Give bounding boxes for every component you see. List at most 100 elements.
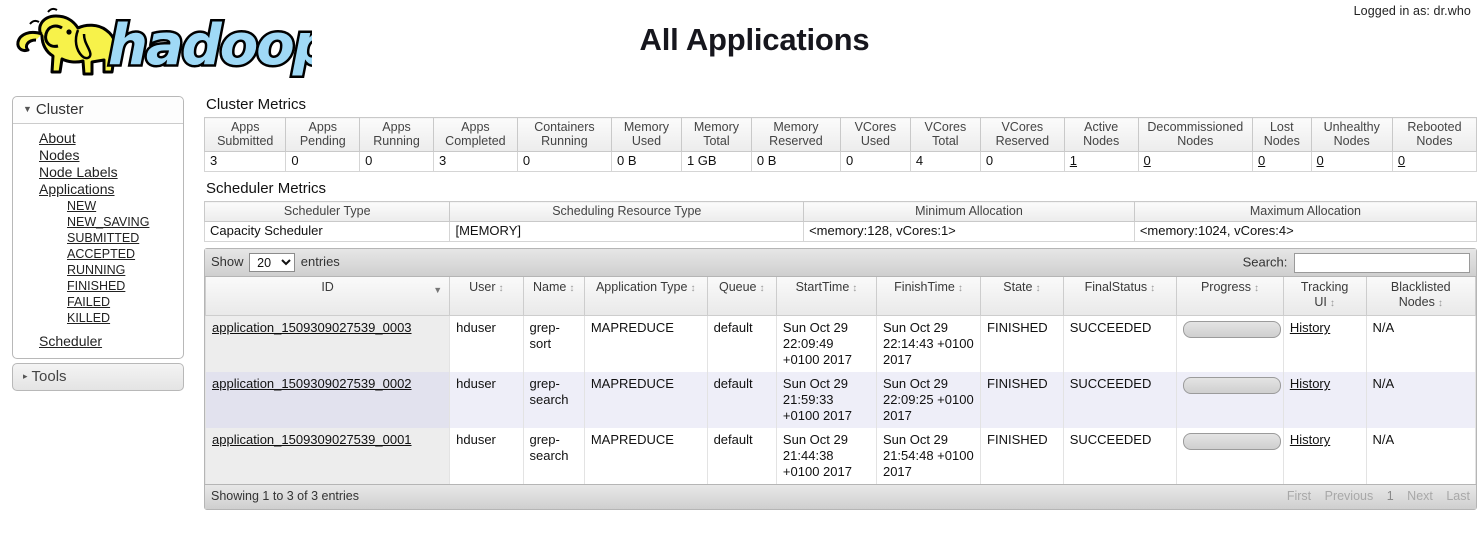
sidebar-item-state-running[interactable]: RUNNING	[67, 262, 183, 278]
td-memory-used: 0 B	[611, 151, 682, 172]
col-header-id[interactable]: ID ▼	[204, 277, 451, 316]
col-header-progress[interactable]: Progress ↕	[1176, 277, 1284, 316]
pagination-first[interactable]: First	[1287, 489, 1311, 503]
cell-id[interactable]: application_1509309027539_0002	[204, 372, 451, 428]
decommissioned-nodes-link[interactable]: 0	[1144, 153, 1151, 168]
col-header-blacklisted-nodes[interactable]: Blacklisted Nodes ↕	[1365, 277, 1477, 316]
col-header-finishtime[interactable]: FinishTime ↕	[875, 277, 982, 316]
pagination-last[interactable]: Last	[1446, 489, 1470, 503]
td-apps-running: 0	[359, 151, 434, 172]
rebooted-nodes-link[interactable]: 0	[1398, 153, 1405, 168]
sidebar-item-state-killed[interactable]: KILLED	[67, 310, 183, 326]
sort-desc-icon: ▼	[433, 285, 443, 295]
sidebar-link-killed[interactable]: KILLED	[67, 311, 110, 325]
table-row: application_1509309027539_0003 hduser gr…	[204, 315, 1477, 372]
sidebar-link-scheduler[interactable]: Scheduler	[39, 333, 102, 349]
cell-id[interactable]: application_1509309027539_0003	[204, 315, 451, 372]
sidebar-item-scheduler[interactable]: Scheduler	[13, 333, 183, 350]
applications-body: application_1509309027539_0003 hduser gr…	[204, 315, 1477, 484]
sidebar-item-applications[interactable]: Applications	[13, 181, 183, 198]
th-vcores-used: VCores Used	[839, 117, 911, 152]
sidebar-link-submitted[interactable]: SUBMITTED	[67, 231, 139, 245]
scheduler-metrics-value-row: Capacity Scheduler [MEMORY] <memory:128,…	[203, 221, 1478, 242]
tracking-ui-link[interactable]: History	[1290, 320, 1330, 335]
cell-id[interactable]: application_1509309027539_0001	[204, 428, 451, 484]
sidebar-cluster-label: Cluster	[35, 101, 84, 118]
sidebar-item-state-failed[interactable]: FAILED	[67, 294, 183, 310]
th-containers-running: Containers Running	[516, 117, 613, 152]
sidebar-link-about[interactable]: About	[39, 130, 76, 146]
col-header-starttime[interactable]: StartTime ↕	[775, 277, 877, 316]
show-entries-control: Show 20 40 60 80 100 entries	[211, 253, 340, 272]
sidebar-item-state-new[interactable]: NEW	[67, 198, 183, 214]
sidebar-link-accepted[interactable]: ACCEPTED	[67, 247, 135, 261]
td-active-nodes[interactable]: 1	[1063, 151, 1139, 172]
col-label-user: User	[469, 280, 496, 294]
sidebar-item-state-new-saving[interactable]: NEW_SAVING	[67, 214, 183, 230]
cell-state: FINISHED	[980, 428, 1064, 484]
pagination-previous[interactable]: Previous	[1325, 489, 1374, 503]
sidebar-item-node-labels[interactable]: Node Labels	[13, 164, 183, 181]
table-row: application_1509309027539_0002 hduser gr…	[204, 372, 1477, 428]
td-memory-total: 1 GB	[680, 151, 752, 172]
sidebar-link-running[interactable]: RUNNING	[67, 263, 125, 277]
sidebar-tools-block[interactable]: ▸ Tools	[12, 363, 184, 391]
sidebar-spacer	[13, 326, 183, 333]
pagination-next[interactable]: Next	[1407, 489, 1433, 503]
cell-tracking-ui[interactable]: History	[1282, 372, 1367, 428]
col-label-state: State	[1003, 280, 1033, 294]
td-unhealthy-nodes[interactable]: 0	[1310, 151, 1393, 172]
col-header-application-type[interactable]: Application Type ↕	[583, 277, 708, 316]
page-length-select[interactable]: 20 40 60 80 100	[249, 253, 296, 272]
sidebar-item-about[interactable]: About	[13, 130, 183, 147]
application-id-link[interactable]: application_1509309027539_0003	[212, 320, 412, 335]
sidebar-link-new-saving[interactable]: NEW_SAVING	[67, 215, 149, 229]
scheduler-metrics-title: Scheduler Metrics	[206, 180, 327, 197]
col-label-application-type: Application Type	[595, 280, 688, 294]
cell-progress	[1176, 428, 1284, 484]
sidebar-item-nodes[interactable]: Nodes	[13, 147, 183, 164]
application-id-link[interactable]: application_1509309027539_0001	[212, 432, 412, 447]
sidebar-link-failed[interactable]: FAILED	[67, 295, 110, 309]
search-input[interactable]	[1294, 253, 1470, 273]
col-label-id: ID	[321, 280, 334, 294]
td-lost-nodes[interactable]: 0	[1252, 151, 1312, 172]
cell-tracking-ui[interactable]: History	[1282, 428, 1367, 484]
col-header-user[interactable]: User ↕	[449, 277, 524, 316]
sort-both-icon: ↕	[759, 283, 765, 294]
sidebar-cluster-header[interactable]: ▼ Cluster	[13, 97, 183, 124]
col-header-finalstatus[interactable]: FinalStatus ↕	[1062, 277, 1178, 316]
scheduler-metrics-table: Scheduler Type Scheduling Resource Type …	[203, 201, 1478, 242]
pagination-page-1[interactable]: 1	[1387, 489, 1394, 503]
td-rebooted-nodes[interactable]: 0	[1391, 151, 1478, 172]
sidebar-link-nodes[interactable]: Nodes	[39, 147, 79, 163]
cell-blacklisted-nodes: N/A	[1365, 315, 1477, 372]
col-header-state[interactable]: State ↕	[980, 277, 1064, 316]
sidebar-link-node-labels[interactable]: Node Labels	[39, 164, 118, 180]
cell-tracking-ui[interactable]: History	[1282, 315, 1367, 372]
sidebar-item-state-submitted[interactable]: SUBMITTED	[67, 230, 183, 246]
col-header-queue[interactable]: Queue ↕	[706, 277, 777, 316]
unhealthy-nodes-link[interactable]: 0	[1317, 153, 1324, 168]
sidebar-item-state-finished[interactable]: FINISHED	[67, 278, 183, 294]
cell-starttime: Sun Oct 29 22:09:49 +0100 2017	[775, 315, 877, 372]
col-header-tracking-ui[interactable]: Tracking UI ↕	[1282, 277, 1367, 316]
lost-nodes-link[interactable]: 0	[1258, 153, 1265, 168]
sidebar-item-state-accepted[interactable]: ACCEPTED	[67, 246, 183, 262]
tracking-ui-link[interactable]: History	[1290, 432, 1330, 447]
td-decommissioned-nodes[interactable]: 0	[1137, 151, 1254, 172]
sidebar-link-finished[interactable]: FINISHED	[67, 279, 125, 293]
progress-bar	[1183, 321, 1282, 338]
col-header-name[interactable]: Name ↕	[522, 277, 585, 316]
cell-finishtime: Sun Oct 29 22:14:43 +0100 2017	[875, 315, 982, 372]
td-apps-pending: 0	[285, 151, 361, 172]
cell-finishtime: Sun Oct 29 22:09:25 +0100 2017	[875, 372, 982, 428]
sort-both-icon: ↕	[957, 283, 963, 294]
application-id-link[interactable]: application_1509309027539_0002	[212, 376, 412, 391]
tracking-ui-link[interactable]: History	[1290, 376, 1330, 391]
th-scheduling-resource-type: Scheduling Resource Type	[449, 201, 805, 222]
active-nodes-link[interactable]: 1	[1070, 153, 1077, 168]
sidebar-link-new[interactable]: NEW	[67, 199, 96, 213]
sidebar-link-applications[interactable]: Applications	[39, 181, 115, 197]
th-scheduler-type: Scheduler Type	[203, 201, 451, 222]
